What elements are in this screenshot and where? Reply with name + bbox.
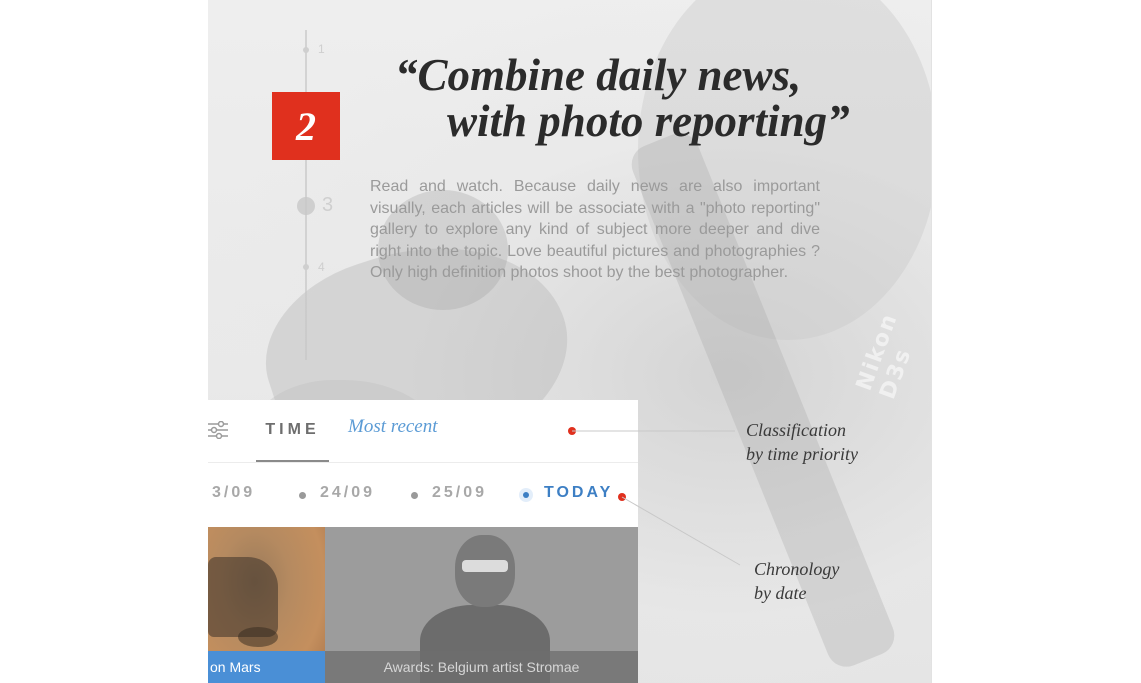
annotation-chronology-line2: by date <box>754 583 807 603</box>
classification-marker <box>568 427 576 435</box>
timeline-line <box>305 30 307 360</box>
date-dot <box>299 492 306 499</box>
sort-dropdown[interactable]: Most recent <box>348 416 438 438</box>
date-item-25-09[interactable]: 25/09 <box>432 484 487 502</box>
date-selector: 3/09 24/09 25/09 TODAY <box>208 462 638 527</box>
date-dot <box>411 492 418 499</box>
timeline-step-4: 4 <box>318 260 325 274</box>
date-item-24-09[interactable]: 24/09 <box>320 484 375 502</box>
step-number-badge: 2 <box>272 92 340 160</box>
news-tile-caption[interactable]: on Mars <box>208 651 325 683</box>
sunglasses-image <box>462 560 508 572</box>
rover-wheel-image <box>238 627 278 647</box>
news-tile-caption[interactable]: Awards: Belgium artist Stromae <box>325 651 638 683</box>
annotation-classification: Classification by time priority <box>746 418 858 466</box>
annotation-chronology: Chronology by date <box>754 557 839 605</box>
news-tile-stromae[interactable]: Awards: Belgium artist Stromae <box>325 527 638 683</box>
annotation-classification-line1: Classification <box>746 420 847 440</box>
camera-strap-brand: Nikon D3s <box>851 309 917 403</box>
date-item-today[interactable]: TODAY <box>544 484 613 502</box>
annotation-chronology-line1: Chronology <box>754 559 840 579</box>
feature-description: Read and watch. Because daily news are a… <box>370 178 820 281</box>
annotation-classification-line2: by time priority <box>746 444 858 464</box>
today-dot <box>519 488 533 502</box>
sliders-icon[interactable] <box>208 421 228 439</box>
timeline-dot-3 <box>297 197 315 215</box>
feature-headline: “Combine daily news, with photo reportin… <box>395 52 915 144</box>
filter-card: TIME Most recent 3/09 24/09 25/09 TODAY … <box>208 400 638 683</box>
chronology-marker <box>618 493 626 501</box>
rover-image <box>208 557 278 637</box>
panel-edge-divider <box>931 0 932 683</box>
timeline-step-1: 1 <box>318 42 325 56</box>
timeline-dot-1 <box>303 47 309 53</box>
headline-line-1: “Combine daily news, <box>395 50 802 100</box>
filter-bar: TIME Most recent <box>208 400 638 463</box>
timeline-dot-4 <box>303 264 309 270</box>
headline-line-2: with photo reporting” <box>447 96 850 146</box>
date-item-3-09[interactable]: 3/09 <box>212 484 255 502</box>
timeline-step-3: 3 <box>322 194 334 216</box>
tab-time[interactable]: TIME <box>256 400 329 462</box>
